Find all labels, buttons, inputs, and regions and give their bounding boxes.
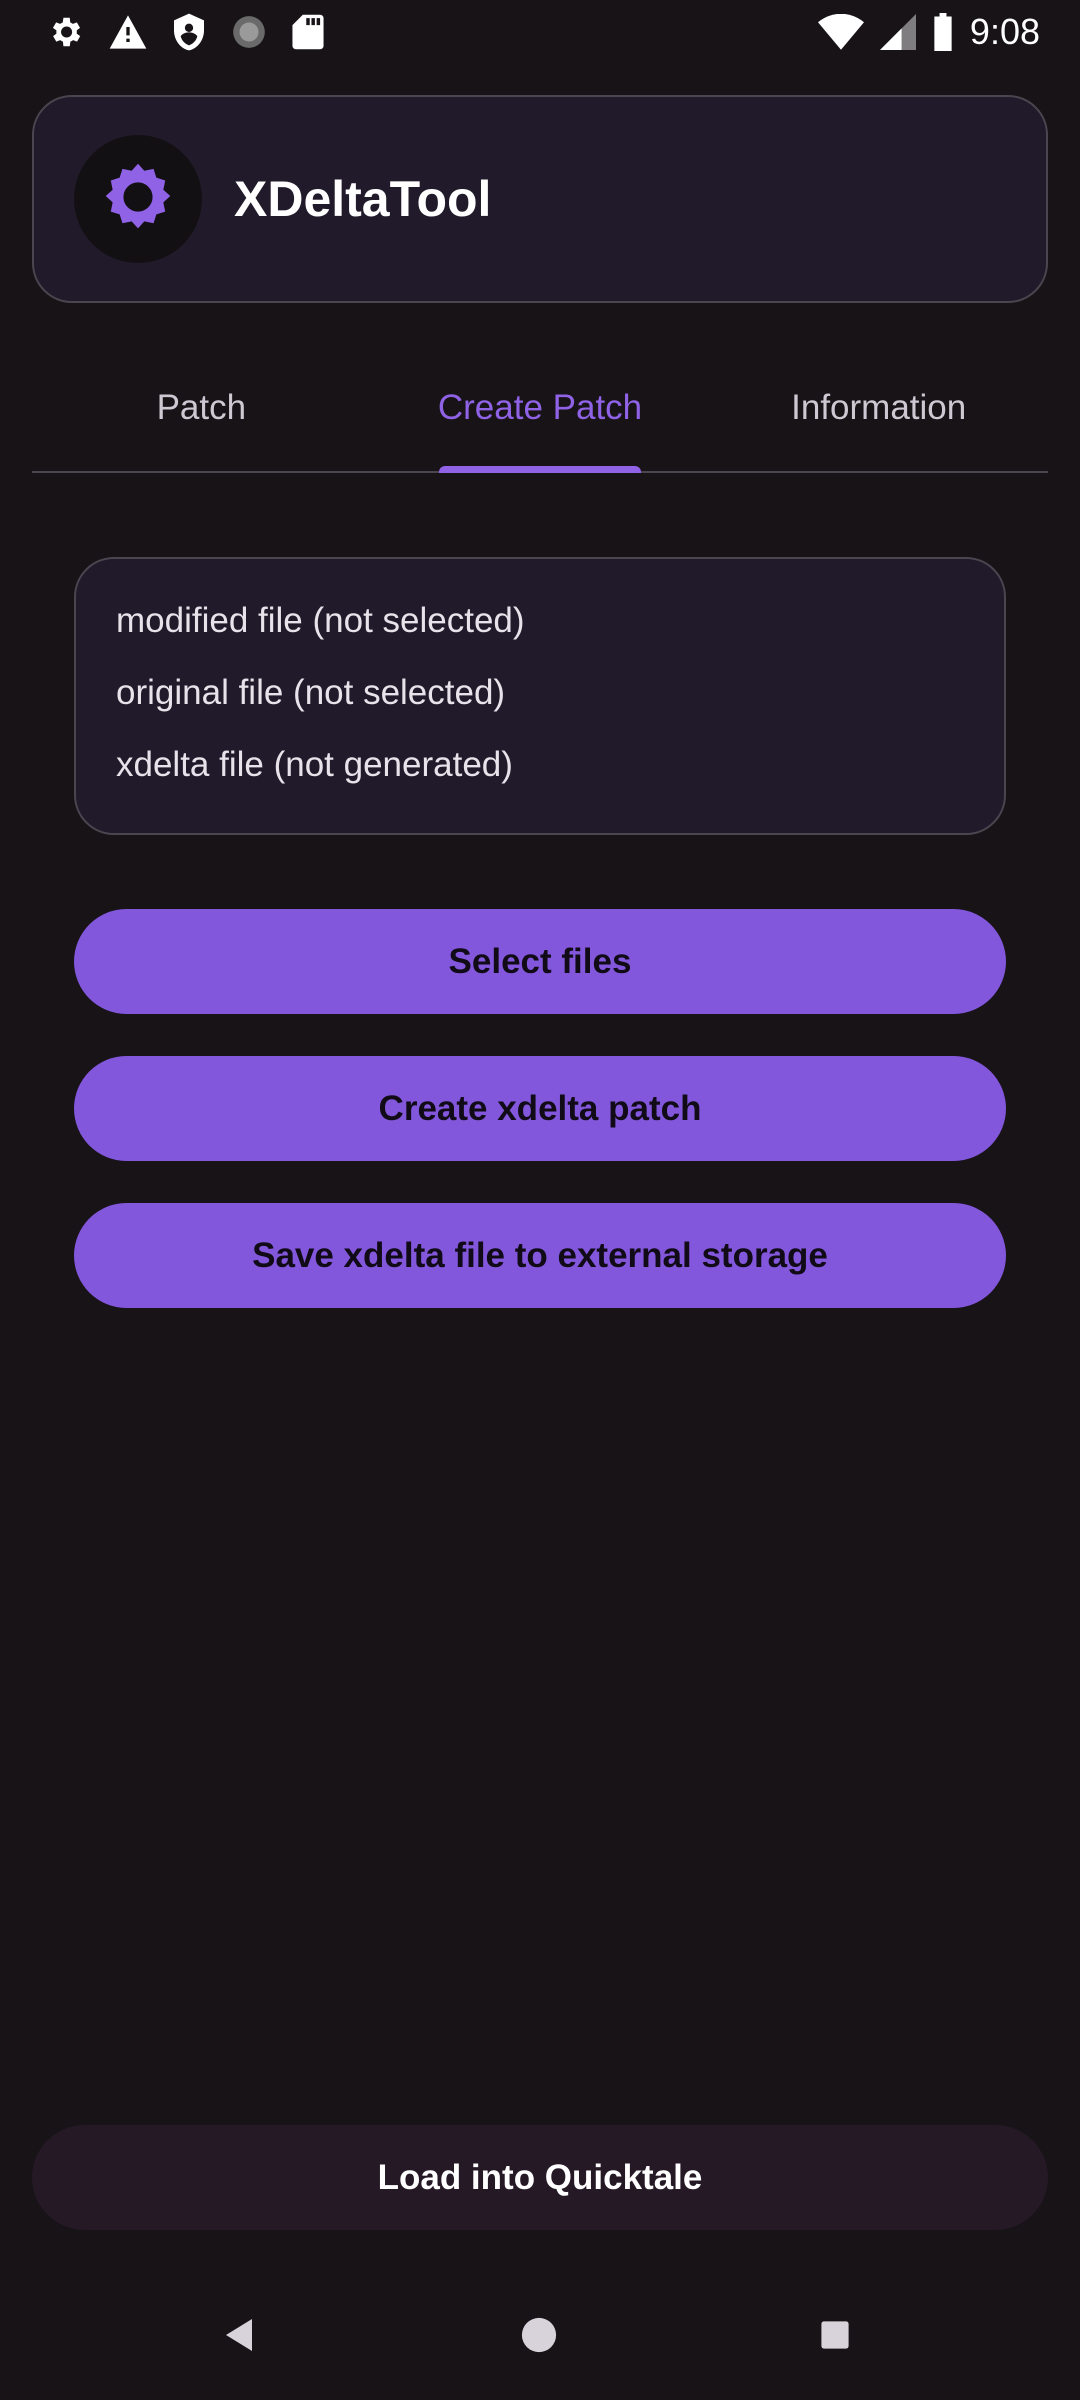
app-logo [74, 135, 202, 263]
battery-icon [932, 13, 954, 51]
gear-icon [46, 13, 84, 51]
screen: 9:08 XDeltaTool Patch Create Patch Infor… [0, 0, 1080, 2400]
save-xdelta-button[interactable]: Save xdelta file to external storage [74, 1203, 1006, 1308]
app-header: XDeltaTool [32, 95, 1048, 303]
back-icon[interactable] [220, 2315, 260, 2355]
modified-file-status: modified file (not selected) [116, 601, 525, 640]
app-title: XDeltaTool [234, 171, 492, 227]
home-icon[interactable] [520, 2316, 558, 2354]
xdelta-file-status: xdelta file (not generated) [116, 745, 513, 784]
tab-create-patch[interactable]: Create Patch [371, 350, 710, 471]
warning-icon [108, 13, 148, 51]
recents-icon[interactable] [818, 2318, 852, 2352]
original-file-status: original file (not selected) [116, 673, 506, 712]
tab-information[interactable]: Information [709, 350, 1048, 471]
create-patch-button[interactable]: Create xdelta patch [74, 1056, 1006, 1161]
shield-icon [172, 12, 206, 52]
gear-icon [100, 159, 176, 240]
wifi-icon [817, 14, 864, 50]
status-bar: 9:08 [0, 0, 1080, 64]
tab-bar: Patch Create Patch Information [32, 350, 1048, 473]
status-icons-right: 9:08 [802, 11, 1040, 53]
status-icons-left [46, 12, 348, 52]
sd-card-icon [292, 13, 324, 51]
system-nav-bar [0, 2290, 1080, 2380]
signal-icon [879, 14, 916, 50]
status-clock: 9:08 [969, 11, 1040, 52]
loading-icon [230, 13, 268, 51]
select-files-button[interactable]: Select files [74, 909, 1006, 1014]
file-status-card: modified file (not selected) original fi… [74, 557, 1006, 835]
tab-patch[interactable]: Patch [32, 350, 371, 471]
load-into-quicktale-button[interactable]: Load into Quicktale [32, 2125, 1048, 2230]
